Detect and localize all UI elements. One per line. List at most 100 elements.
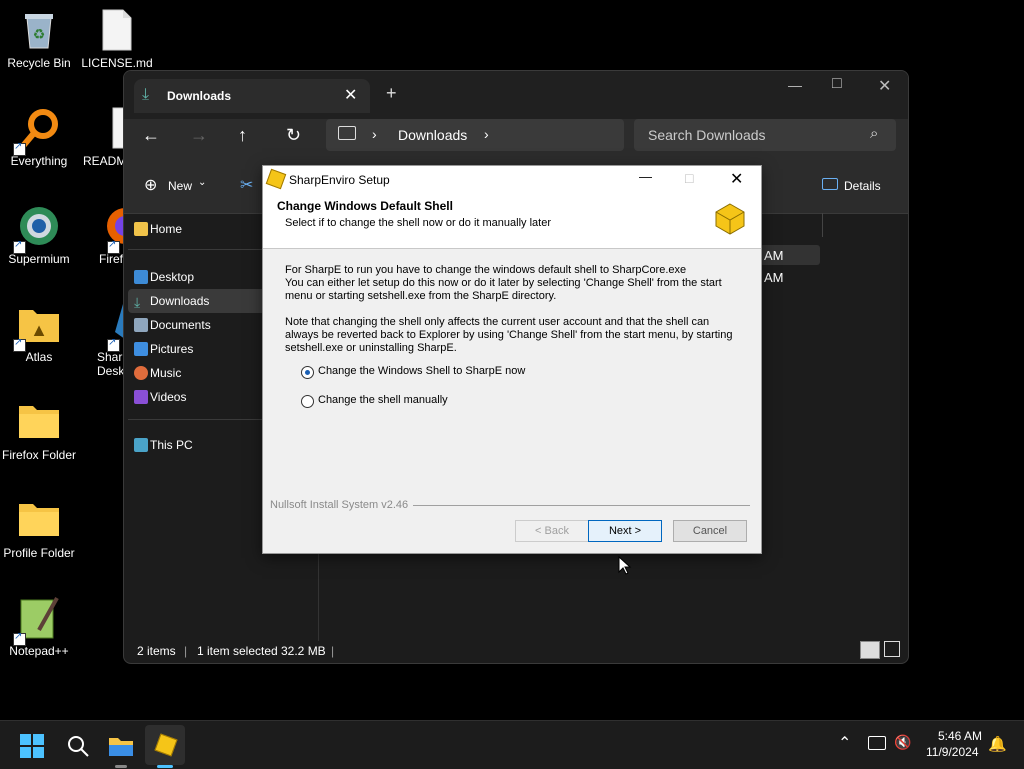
shortcut-arrow-icon bbox=[107, 337, 120, 352]
desktop-icon-notepadpp[interactable]: Notepad++ bbox=[1, 596, 77, 658]
desktop-icon-label: Everything bbox=[10, 154, 68, 168]
close-tab-icon[interactable]: ✕ bbox=[344, 85, 357, 105]
desktop-icon-label: Supermium bbox=[8, 252, 70, 266]
desktop-icon-label: Profile Folder bbox=[3, 546, 75, 560]
nav-label: This PC bbox=[150, 438, 193, 452]
breadcrumb-chevron-icon[interactable]: › bbox=[484, 126, 489, 142]
nav-item-pictures[interactable]: Pictures bbox=[128, 337, 280, 361]
header-subtitle: Select if to change the shell now or do … bbox=[285, 217, 551, 229]
taskbar-sharpenviro-button[interactable] bbox=[145, 725, 185, 768]
nav-item-home[interactable]: Home bbox=[128, 217, 280, 241]
details-button[interactable]: Details bbox=[844, 179, 881, 193]
close-icon[interactable]: ✕ bbox=[730, 169, 743, 189]
desktop-icon-firefox-folder[interactable]: Firefox Folder bbox=[1, 400, 77, 462]
everything-search-icon bbox=[13, 106, 61, 156]
radio-button[interactable] bbox=[301, 366, 314, 379]
description-paragraph: For SharpE to run you have to change the… bbox=[285, 264, 722, 302]
shortcut-arrow-icon bbox=[13, 141, 26, 156]
volume-muted-icon[interactable]: 🔇 bbox=[894, 734, 911, 751]
close-window-icon[interactable]: ✕ bbox=[878, 76, 891, 96]
shortcut-arrow-icon bbox=[13, 337, 26, 352]
desktop-icon-recycle-bin[interactable]: ♻ Recycle Bin bbox=[1, 8, 77, 70]
download-icon: ⤓ bbox=[142, 86, 150, 103]
nav-item-desktop[interactable]: Desktop bbox=[128, 265, 280, 289]
radio-change-shell-manually[interactable]: Change the shell manually bbox=[301, 394, 601, 410]
desktop-icon-license-file[interactable]: LICENSE.md bbox=[79, 8, 155, 70]
dialog-title: SharpEnviro Setup bbox=[289, 173, 390, 187]
notification-bell-icon[interactable]: 🔔 bbox=[988, 735, 1007, 753]
nsis-branding: Nullsoft Install System v2.46 bbox=[270, 499, 409, 511]
next-button[interactable]: Next > bbox=[588, 520, 662, 542]
file-row[interactable]: AM bbox=[760, 267, 820, 287]
new-tab-icon[interactable]: + bbox=[386, 83, 397, 104]
desktop-icon-everything[interactable]: Everything bbox=[1, 106, 77, 168]
minimize-icon[interactable]: — bbox=[639, 169, 652, 184]
windows-start-icon[interactable] bbox=[20, 734, 44, 758]
description-paragraph: Note that changing the shell only affect… bbox=[285, 316, 733, 354]
clock-time[interactable]: 5:46 AM bbox=[938, 729, 982, 743]
desktop-icon-supermium[interactable]: Supermium bbox=[1, 204, 77, 266]
cut-icon[interactable]: ✂ bbox=[240, 175, 253, 195]
tab-title: Downloads bbox=[167, 89, 232, 103]
file-explorer-icon[interactable] bbox=[108, 733, 134, 759]
nav-item-downloads[interactable]: ⤓ Downloads bbox=[128, 289, 280, 313]
refresh-icon[interactable]: ↻ bbox=[286, 125, 301, 146]
nav-divider bbox=[128, 419, 268, 420]
mouse-cursor-icon bbox=[618, 556, 632, 575]
svg-text:▲: ▲ bbox=[30, 320, 48, 340]
recycle-bin-icon: ♻ bbox=[17, 8, 61, 52]
details-view-icon[interactable] bbox=[860, 641, 880, 659]
svg-text:♻: ♻ bbox=[33, 26, 46, 42]
file-row-selected[interactable]: AM bbox=[760, 245, 820, 265]
nav-divider bbox=[128, 249, 268, 250]
explorer-tab-bar: ⤓ Downloads ✕ + — □ ✕ bbox=[124, 71, 908, 119]
address-bar[interactable]: › Downloads › bbox=[326, 119, 624, 151]
back-icon[interactable]: ← bbox=[142, 125, 160, 146]
desktop-icon-label: LICENSE.md bbox=[81, 56, 153, 70]
radio-label: Change the shell manually bbox=[318, 394, 448, 406]
nav-label: Videos bbox=[150, 390, 187, 404]
nav-item-music[interactable]: Music bbox=[128, 361, 280, 385]
tiles-view-icon[interactable] bbox=[884, 641, 900, 657]
videos-icon bbox=[134, 390, 148, 404]
nav-item-this-pc[interactable]: This PC bbox=[128, 433, 280, 457]
search-placeholder: Search Downloads bbox=[648, 127, 766, 143]
forward-icon[interactable]: → bbox=[190, 125, 208, 146]
column-divider[interactable] bbox=[822, 213, 823, 237]
search-icon[interactable] bbox=[66, 734, 90, 758]
desktop-icon-atlas[interactable]: ▲ Atlas bbox=[1, 302, 77, 364]
up-icon[interactable]: ↑ bbox=[238, 125, 247, 146]
minimize-icon[interactable]: — bbox=[788, 77, 802, 93]
nav-label: Music bbox=[150, 366, 182, 380]
radio-change-shell-now[interactable]: Change the Windows Shell to SharpE now bbox=[301, 365, 601, 381]
new-button[interactable]: New bbox=[168, 179, 192, 193]
details-pane-icon bbox=[822, 178, 838, 190]
desktop-icon-label: Recycle Bin bbox=[7, 56, 71, 70]
tab-downloads[interactable]: ⤓ Downloads ✕ bbox=[134, 79, 370, 113]
status-separator: | bbox=[184, 644, 188, 658]
back-button[interactable]: < Back bbox=[515, 520, 589, 542]
nav-item-videos[interactable]: Videos bbox=[128, 385, 280, 409]
nav-label: Downloads bbox=[150, 294, 210, 308]
search-input[interactable]: Search Downloads ⌕ bbox=[634, 119, 896, 151]
chevron-down-icon: ⌄ bbox=[198, 177, 207, 188]
this-pc-icon bbox=[134, 438, 148, 452]
music-icon bbox=[134, 366, 148, 380]
cancel-button[interactable]: Cancel bbox=[673, 520, 747, 542]
radio-button[interactable] bbox=[301, 395, 314, 408]
maximize-icon[interactable]: □ bbox=[685, 170, 693, 186]
file-date-modified: AM bbox=[764, 270, 784, 285]
chevron-up-icon[interactable]: ⌃ bbox=[838, 733, 851, 753]
supermium-browser-icon bbox=[13, 204, 61, 254]
breadcrumb[interactable]: Downloads bbox=[398, 127, 467, 143]
nav-label: Pictures bbox=[150, 342, 194, 356]
nav-item-documents[interactable]: Documents bbox=[128, 313, 280, 337]
desktop-icon-profile-folder[interactable]: Profile Folder bbox=[1, 498, 77, 560]
network-icon[interactable] bbox=[868, 736, 886, 750]
new-plus-icon: ⊕ bbox=[144, 177, 158, 194]
radio-label: Change the Windows Shell to SharpE now bbox=[318, 365, 526, 377]
clock-date[interactable]: 11/9/2024 bbox=[926, 745, 979, 759]
maximize-icon[interactable]: □ bbox=[832, 75, 842, 93]
dialog-titlebar[interactable]: SharpEnviro Setup — □ ✕ bbox=[263, 166, 761, 192]
home-icon bbox=[134, 222, 148, 236]
